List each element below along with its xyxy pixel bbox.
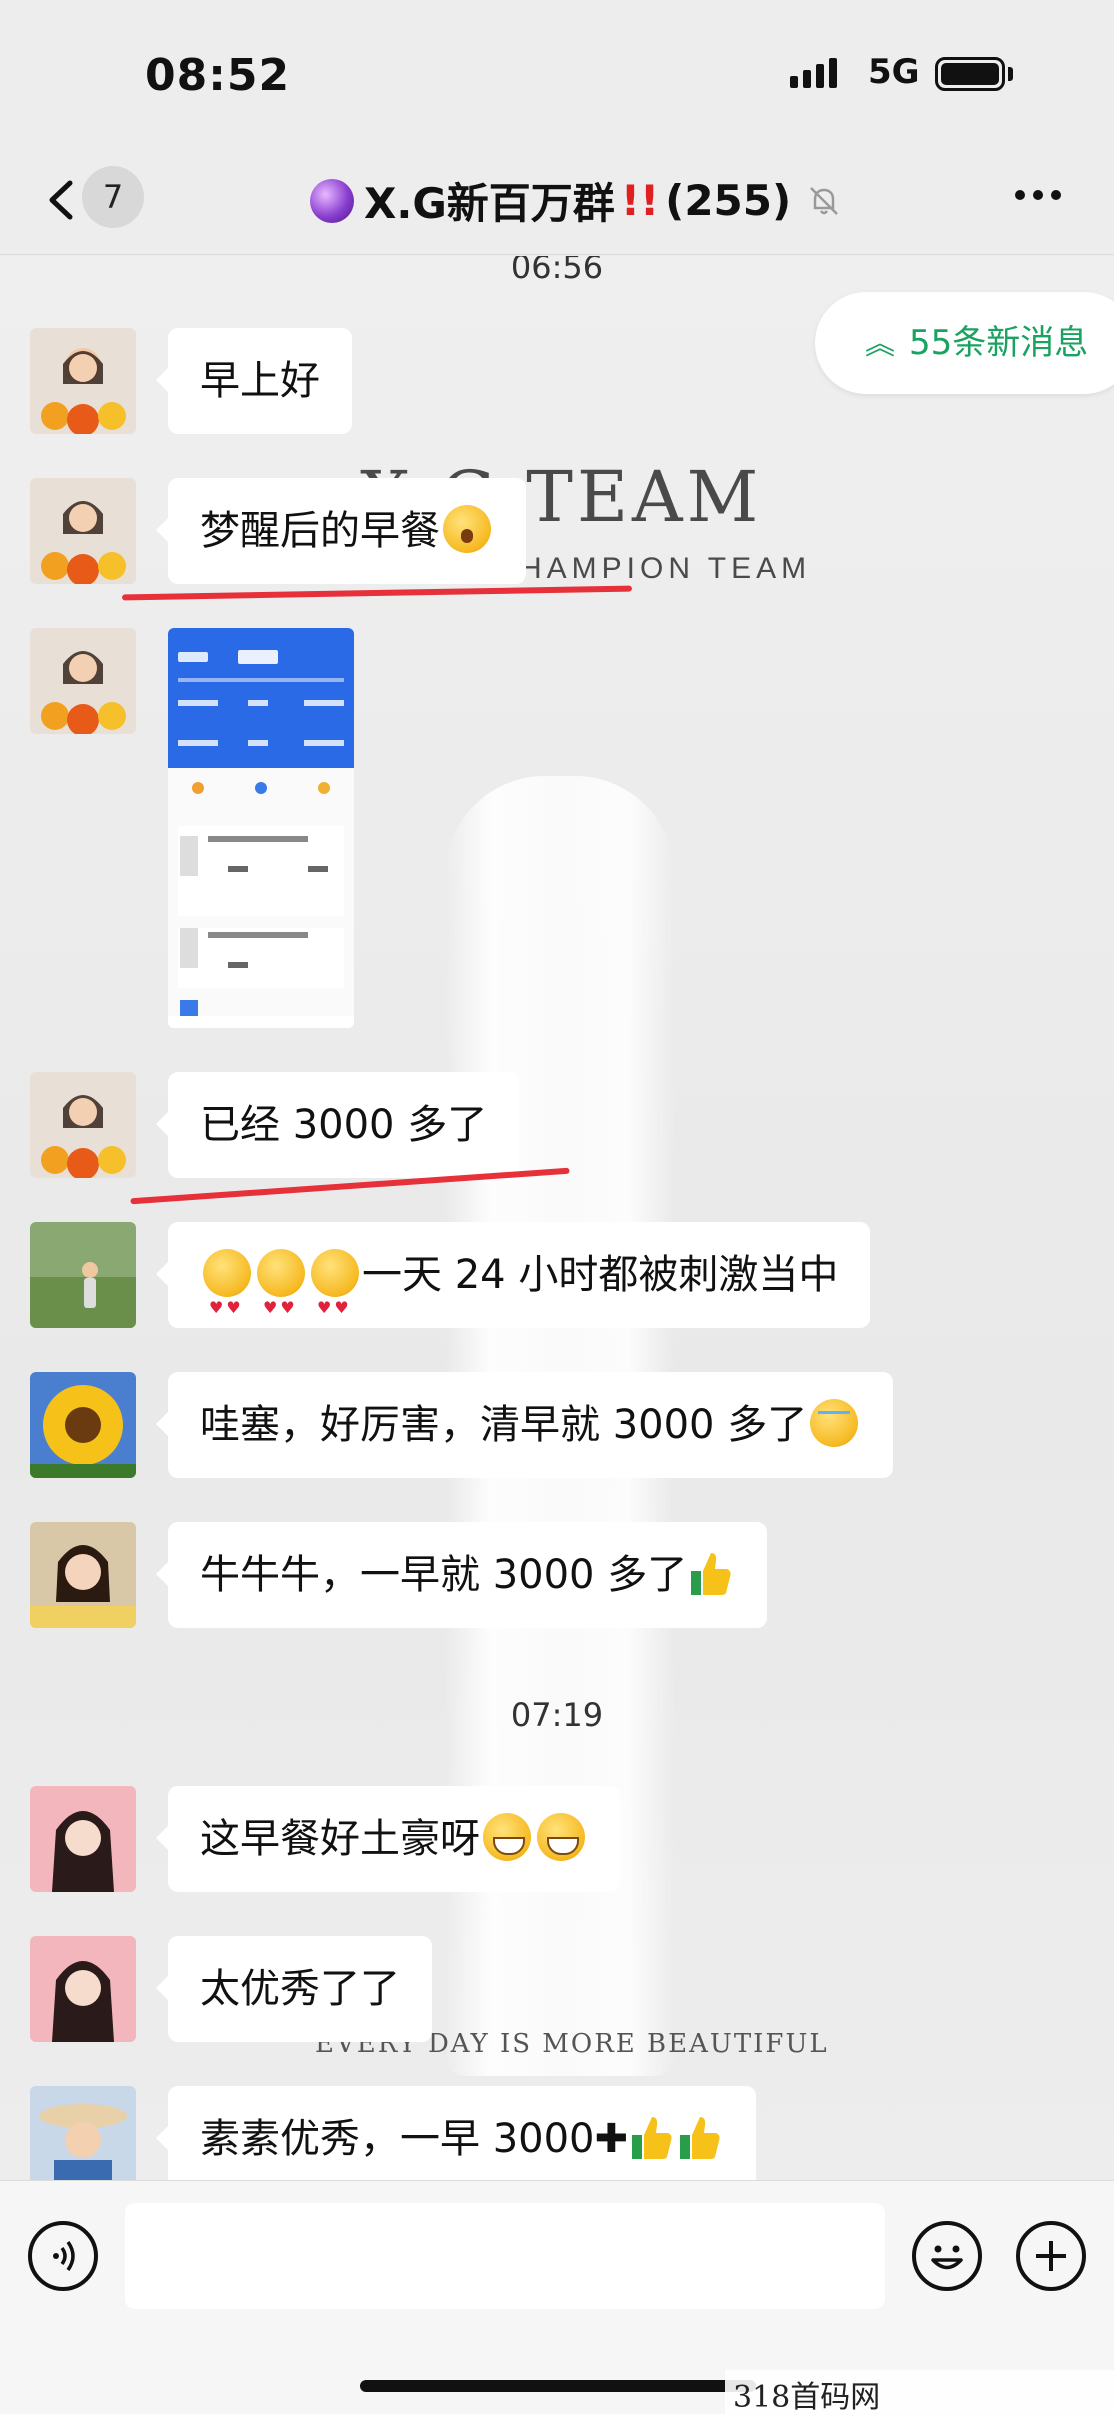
unread-count-badge[interactable]: 7 bbox=[82, 166, 144, 228]
background-champion-text: HAMPION TEAM bbox=[520, 552, 812, 585]
more-options-icon[interactable] bbox=[1015, 190, 1061, 200]
thumbs-up-icon bbox=[632, 2117, 672, 2159]
avatar[interactable] bbox=[30, 1072, 136, 1178]
message-text: 已经 3000 多了 bbox=[200, 1102, 488, 1148]
mute-bell-icon bbox=[810, 186, 839, 215]
plus-sign-icon: ✚ bbox=[594, 2116, 629, 2162]
new-messages-button[interactable]: ︽ 55条新消息 bbox=[815, 292, 1114, 394]
emoji-picker-button[interactable] bbox=[912, 2221, 982, 2291]
message-text: 早上好 bbox=[200, 358, 320, 404]
message-text: 素素优秀，一早 3000 bbox=[200, 2116, 595, 2162]
avatar[interactable] bbox=[30, 2086, 136, 2180]
double-chevron-up-icon: ︽ bbox=[865, 327, 895, 362]
voice-icon bbox=[53, 2240, 75, 2272]
red-underline-mark bbox=[121, 585, 633, 601]
chat-header: 7 X.G新百万群 !! (255) bbox=[0, 150, 1114, 255]
avatar[interactable] bbox=[30, 478, 136, 584]
message-bubble[interactable]: 哇塞，好厉害，清早就 3000 多了 bbox=[155, 1372, 894, 1478]
message-text: 梦醒后的早餐 bbox=[200, 508, 440, 554]
watermark-text: 318首码网 www.e318.com bbox=[725, 2370, 1114, 2414]
message-input[interactable] bbox=[125, 2203, 885, 2309]
status-bar: 08:52 5G bbox=[0, 0, 1114, 150]
heart-eyes-emoji-icon bbox=[311, 1249, 359, 1361]
voice-input-button[interactable] bbox=[28, 2221, 98, 2291]
avatar[interactable] bbox=[30, 328, 136, 434]
status-time: 08:52 bbox=[145, 50, 291, 101]
battery-icon bbox=[935, 57, 1005, 91]
plus-icon bbox=[1036, 2241, 1066, 2271]
new-messages-label: 55条新消息 bbox=[909, 323, 1089, 363]
avatar[interactable] bbox=[30, 1786, 136, 1892]
double-exclamation-icon: !! bbox=[620, 176, 660, 225]
grinning-emoji-icon bbox=[537, 1813, 585, 1861]
heart-eyes-emoji-icon bbox=[257, 1249, 305, 1361]
smiley-icon bbox=[931, 2245, 963, 2270]
message-bubble[interactable]: 一天 24 小时都被刺激当中 bbox=[155, 1222, 871, 1361]
avatar[interactable] bbox=[30, 1372, 136, 1478]
message-bubble[interactable]: 这早餐好土豪呀 bbox=[156, 1786, 620, 1892]
signal-icon bbox=[790, 58, 837, 88]
network-label: 5G bbox=[868, 52, 920, 92]
timestamp: 06:56 bbox=[510, 256, 604, 286]
message-bubble[interactable]: 太优秀了了 bbox=[156, 1936, 432, 2042]
chat-message-list[interactable]: X.G TEAM HAMPION TEAM EVERY DAY IS MORE … bbox=[0, 256, 1114, 2180]
message-bubble[interactable]: 素素优秀，一早 3000✚ bbox=[155, 2086, 757, 2180]
message-text: 太优秀了了 bbox=[200, 1966, 400, 2012]
message-text: 牛牛牛，一早就 3000 多了 bbox=[200, 1552, 688, 1598]
message-bubble[interactable]: 牛牛牛，一早就 3000 多了 bbox=[155, 1522, 768, 1628]
message-text: 一天 24 小时都被刺激当中 bbox=[362, 1252, 839, 1298]
message-bubble[interactable]: 已经 3000 多了 bbox=[155, 1072, 520, 1178]
tears-of-joy-emoji-icon bbox=[810, 1399, 859, 1447]
image-message[interactable] bbox=[168, 628, 354, 1028]
home-indicator[interactable] bbox=[360, 2380, 756, 2392]
avatar[interactable] bbox=[30, 1222, 136, 1328]
crystal-ball-icon bbox=[310, 178, 354, 223]
message-text: 这早餐好土豪呀 bbox=[200, 1816, 480, 1862]
avatar[interactable] bbox=[30, 1522, 136, 1628]
chat-title: X.G新百万群 !! (255) bbox=[310, 170, 843, 231]
more-functions-button[interactable] bbox=[1016, 2221, 1086, 2291]
message-bubble[interactable]: 梦醒后的早餐 bbox=[156, 478, 526, 584]
timestamp: 07:19 bbox=[510, 1696, 604, 1734]
message-bubble[interactable]: 早上好 bbox=[156, 328, 352, 434]
avatar[interactable] bbox=[30, 1936, 136, 2042]
astonished-emoji-icon bbox=[443, 505, 491, 553]
thumbs-up-icon bbox=[691, 1553, 731, 1595]
grinning-emoji-icon bbox=[483, 1813, 531, 1861]
thumbs-up-icon bbox=[680, 2117, 720, 2159]
group-name: X.G新百万群 bbox=[364, 179, 615, 228]
heart-eyes-emoji-icon bbox=[203, 1249, 251, 1361]
message-text: 哇塞，好厉害，清早就 3000 多了 bbox=[200, 1402, 808, 1448]
avatar[interactable] bbox=[30, 628, 136, 734]
member-count: (255) bbox=[665, 176, 792, 225]
